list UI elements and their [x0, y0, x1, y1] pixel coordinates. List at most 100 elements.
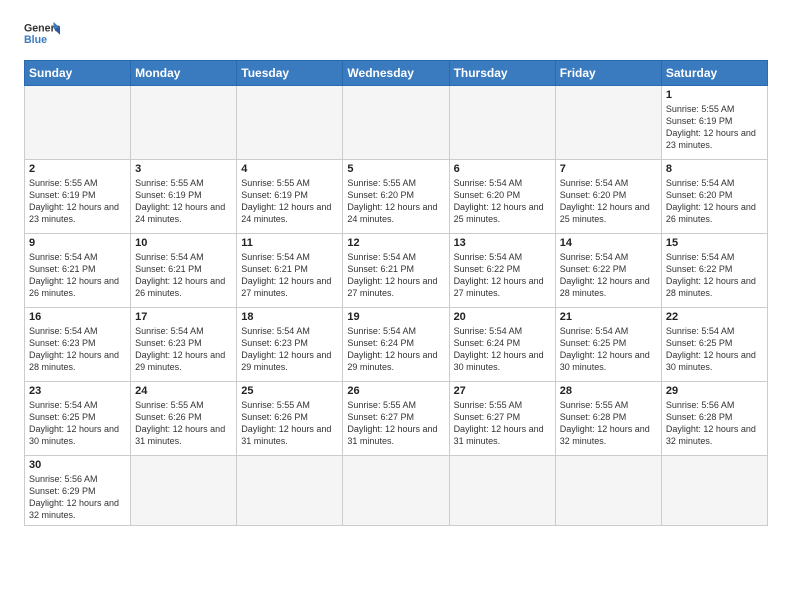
calendar-cell: 23 Sunrise: 5:54 AM Sunset: 6:25 PM Dayli…	[25, 382, 131, 456]
weekday-saturday: Saturday	[661, 61, 767, 86]
header: General Blue	[24, 20, 768, 48]
calendar-cell: 26Sunrise: 5:55 AM Sunset: 6:27 PM Dayli…	[343, 382, 449, 456]
calendar-cell: 8Sunrise: 5:54 AM Sunset: 6:20 PM Daylig…	[661, 160, 767, 234]
day-info: Sunrise: 5:55 AM Sunset: 6:28 PM Dayligh…	[560, 399, 657, 448]
day-number: 20	[454, 311, 551, 323]
day-info: Sunrise: 5:54 AM Sunset: 6:20 PM Dayligh…	[666, 177, 763, 226]
day-info: Sunrise: 5:54 AM Sunset: 6:25 PM Dayligh…	[560, 325, 657, 374]
day-info: Sunrise: 5:54 AM Sunset: 6:22 PM Dayligh…	[454, 251, 551, 300]
week-row-4: 23 Sunrise: 5:54 AM Sunset: 6:25 PM Dayli…	[25, 382, 768, 456]
day-info: Sunrise: 5:54 AM Sunset: 6:25 PM Dayligh…	[29, 399, 126, 448]
week-row-3: 16Sunrise: 5:54 AM Sunset: 6:23 PM Dayli…	[25, 308, 768, 382]
calendar-cell: 27Sunrise: 5:55 AM Sunset: 6:27 PM Dayli…	[449, 382, 555, 456]
day-number: 14	[560, 237, 657, 249]
day-info: Sunrise: 5:55 AM Sunset: 6:20 PM Dayligh…	[347, 177, 444, 226]
day-info: Sunrise: 5:55 AM Sunset: 6:19 PM Dayligh…	[666, 103, 763, 152]
day-number: 18	[241, 311, 338, 323]
day-number: 22	[666, 311, 763, 323]
day-info: Sunrise: 5:54 AM Sunset: 6:21 PM Dayligh…	[29, 251, 126, 300]
day-number: 11	[241, 237, 338, 249]
day-number: 5	[347, 163, 444, 175]
day-info: Sunrise: 5:54 AM Sunset: 6:22 PM Dayligh…	[666, 251, 763, 300]
calendar-cell	[237, 86, 343, 160]
day-number: 13	[454, 237, 551, 249]
day-number: 15	[666, 237, 763, 249]
day-number: 9	[29, 237, 126, 249]
calendar-cell	[343, 456, 449, 526]
calendar-cell: 3 Sunrise: 5:55 AM Sunset: 6:19 PM Daylig…	[131, 160, 237, 234]
calendar-cell	[343, 86, 449, 160]
day-info: Sunrise: 5:56 AM Sunset: 6:29 PM Dayligh…	[29, 473, 126, 522]
calendar-cell: 22Sunrise: 5:54 AM Sunset: 6:25 PM Dayli…	[661, 308, 767, 382]
day-info: Sunrise: 5:54 AM Sunset: 6:20 PM Dayligh…	[560, 177, 657, 226]
calendar-cell: 17Sunrise: 5:54 AM Sunset: 6:23 PM Dayli…	[131, 308, 237, 382]
week-row-0: 1 Sunrise: 5:55 AM Sunset: 6:19 PM Daylig…	[25, 86, 768, 160]
calendar-cell: 19Sunrise: 5:54 AM Sunset: 6:24 PM Dayli…	[343, 308, 449, 382]
weekday-thursday: Thursday	[449, 61, 555, 86]
day-info: Sunrise: 5:54 AM Sunset: 6:20 PM Dayligh…	[454, 177, 551, 226]
day-info: Sunrise: 5:54 AM Sunset: 6:21 PM Dayligh…	[347, 251, 444, 300]
calendar-cell	[555, 86, 661, 160]
day-number: 3	[135, 163, 232, 175]
day-number: 4	[241, 163, 338, 175]
week-row-1: 2 Sunrise: 5:55 AM Sunset: 6:19 PM Daylig…	[25, 160, 768, 234]
calendar-cell	[25, 86, 131, 160]
calendar-cell: 16Sunrise: 5:54 AM Sunset: 6:23 PM Dayli…	[25, 308, 131, 382]
calendar-cell	[449, 456, 555, 526]
day-number: 21	[560, 311, 657, 323]
day-info: Sunrise: 5:55 AM Sunset: 6:19 PM Dayligh…	[135, 177, 232, 226]
day-number: 23	[29, 385, 126, 397]
calendar-cell: 13 Sunrise: 5:54 AM Sunset: 6:22 PM Dayli…	[449, 234, 555, 308]
day-info: Sunrise: 5:54 AM Sunset: 6:24 PM Dayligh…	[454, 325, 551, 374]
calendar-cell: 14Sunrise: 5:54 AM Sunset: 6:22 PM Dayli…	[555, 234, 661, 308]
calendar-cell: 7 Sunrise: 5:54 AM Sunset: 6:20 PM Daylig…	[555, 160, 661, 234]
day-number: 29	[666, 385, 763, 397]
calendar-cell: 10 Sunrise: 5:54 AM Sunset: 6:21 PM Dayli…	[131, 234, 237, 308]
calendar-cell	[131, 86, 237, 160]
day-info: Sunrise: 5:54 AM Sunset: 6:21 PM Dayligh…	[241, 251, 338, 300]
calendar-cell: 11 Sunrise: 5:54 AM Sunset: 6:21 PM Dayli…	[237, 234, 343, 308]
weekday-monday: Monday	[131, 61, 237, 86]
calendar-cell: 29 Sunrise: 5:56 AM Sunset: 6:28 PM Dayli…	[661, 382, 767, 456]
day-number: 24	[135, 385, 232, 397]
day-number: 6	[454, 163, 551, 175]
calendar-cell	[555, 456, 661, 526]
day-number: 19	[347, 311, 444, 323]
weekday-header-row: SundayMondayTuesdayWednesdayThursdayFrid…	[25, 61, 768, 86]
day-number: 2	[29, 163, 126, 175]
day-number: 26	[347, 385, 444, 397]
calendar-cell	[449, 86, 555, 160]
day-number: 28	[560, 385, 657, 397]
calendar-cell: 30 Sunrise: 5:56 AM Sunset: 6:29 PM Dayli…	[25, 456, 131, 526]
day-info: Sunrise: 5:55 AM Sunset: 6:19 PM Dayligh…	[241, 177, 338, 226]
day-number: 12	[347, 237, 444, 249]
general-blue-logo-icon: General Blue	[24, 20, 60, 48]
weekday-wednesday: Wednesday	[343, 61, 449, 86]
calendar-cell: 25 Sunrise: 5:55 AM Sunset: 6:26 PM Dayli…	[237, 382, 343, 456]
logo: General Blue	[24, 20, 60, 48]
weekday-friday: Friday	[555, 61, 661, 86]
day-number: 25	[241, 385, 338, 397]
day-number: 17	[135, 311, 232, 323]
day-number: 1	[666, 89, 763, 101]
day-info: Sunrise: 5:56 AM Sunset: 6:28 PM Dayligh…	[666, 399, 763, 448]
calendar-cell: 2Sunrise: 5:55 AM Sunset: 6:19 PM Daylig…	[25, 160, 131, 234]
page: General Blue SundayMondayTuesdayWednesda…	[0, 0, 792, 612]
day-info: Sunrise: 5:55 AM Sunset: 6:27 PM Dayligh…	[454, 399, 551, 448]
calendar-cell: 28 Sunrise: 5:55 AM Sunset: 6:28 PM Dayli…	[555, 382, 661, 456]
day-number: 7	[560, 163, 657, 175]
week-row-2: 9 Sunrise: 5:54 AM Sunset: 6:21 PM Daylig…	[25, 234, 768, 308]
calendar-cell: 12 Sunrise: 5:54 AM Sunset: 6:21 PM Dayli…	[343, 234, 449, 308]
calendar-cell: 20 Sunrise: 5:54 AM Sunset: 6:24 PM Dayli…	[449, 308, 555, 382]
weekday-sunday: Sunday	[25, 61, 131, 86]
calendar-cell: 15 Sunrise: 5:54 AM Sunset: 6:22 PM Dayli…	[661, 234, 767, 308]
day-info: Sunrise: 5:55 AM Sunset: 6:26 PM Dayligh…	[241, 399, 338, 448]
day-number: 10	[135, 237, 232, 249]
calendar-cell: 6 Sunrise: 5:54 AM Sunset: 6:20 PM Daylig…	[449, 160, 555, 234]
weekday-tuesday: Tuesday	[237, 61, 343, 86]
day-info: Sunrise: 5:54 AM Sunset: 6:23 PM Dayligh…	[29, 325, 126, 374]
calendar-cell: 4 Sunrise: 5:55 AM Sunset: 6:19 PM Daylig…	[237, 160, 343, 234]
day-info: Sunrise: 5:54 AM Sunset: 6:21 PM Dayligh…	[135, 251, 232, 300]
day-number: 30	[29, 459, 126, 471]
calendar-cell: 5 Sunrise: 5:55 AM Sunset: 6:20 PM Daylig…	[343, 160, 449, 234]
